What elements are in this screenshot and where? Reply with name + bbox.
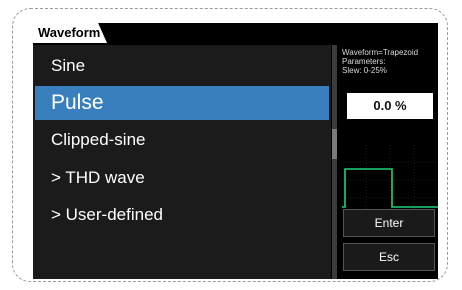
list-item-thd-wave[interactable]: > THD wave (35, 161, 329, 195)
info-slew-range: Slew: 0-25% (342, 66, 387, 75)
parameter-info: Waveform=Trapezoid Parameters: Slew: 0-2… (342, 48, 438, 75)
enter-button[interactable]: Enter (343, 209, 435, 237)
esc-button[interactable]: Esc (343, 243, 435, 271)
tab-bar: Waveform (33, 23, 438, 43)
parameter-panel: Waveform=Trapezoid Parameters: Slew: 0-2… (339, 45, 438, 279)
scrollbar-track[interactable] (332, 45, 337, 279)
list-item-clipped-sine[interactable]: Clipped-sine (35, 123, 329, 157)
tab-waveform[interactable]: Waveform (33, 23, 107, 43)
list-item-pulse[interactable]: Pulse (35, 86, 329, 120)
device-screen: Waveform Sine Pulse Clipped-sine > THD w… (33, 23, 438, 279)
info-waveform-type: Waveform=Trapezoid (342, 48, 419, 57)
list-item-sine[interactable]: Sine (35, 49, 329, 83)
slew-value-field[interactable]: 0.0 % (347, 93, 433, 119)
info-parameters-label: Parameters: (342, 57, 386, 66)
scrollbar-thumb[interactable] (332, 129, 337, 159)
list-item-user-defined[interactable]: > User-defined (35, 198, 329, 232)
waveform-list: Sine Pulse Clipped-sine > THD wave > Use… (33, 45, 331, 279)
pulse-waveform-preview (342, 145, 438, 215)
